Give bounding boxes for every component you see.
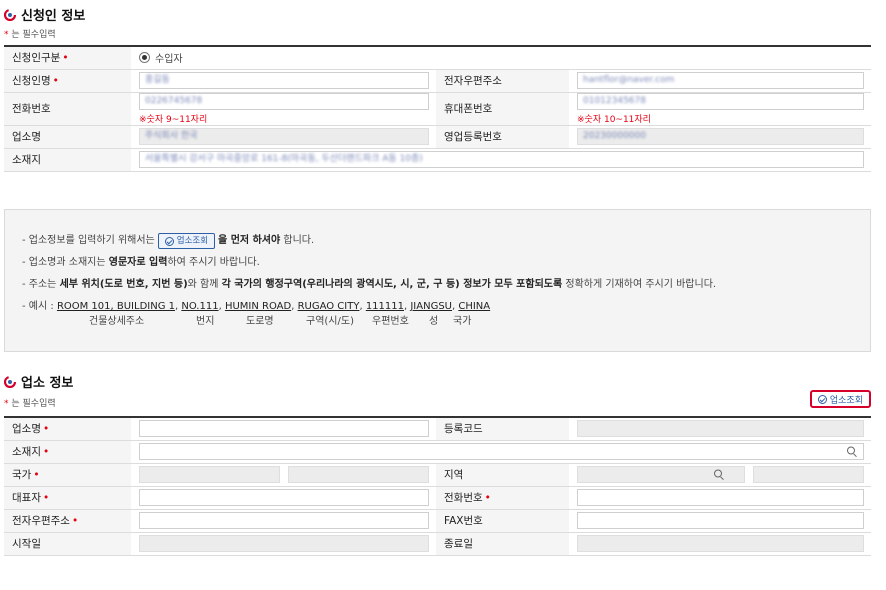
applicant-email-input[interactable]: hantflor@naver.com: [577, 72, 865, 89]
business-address-row: 소재지 •: [4, 440, 871, 464]
mobile-hint: ※숫자 10~11자리: [577, 114, 651, 125]
business-form: 업소명 • 등록코드 소재지 • 국가 • 지역 대표자 • 전화번호 • 전자…: [4, 416, 871, 556]
business-rep-row: 대표자 • 전화번호 •: [4, 486, 871, 510]
search-icon[interactable]: [714, 469, 725, 480]
example-sublabels: 건물상세주소 번지 도로명 구역(시/도) 우편번호 성 국가: [89, 316, 472, 327]
business-email-row: 전자우편주소 • FAX번호: [4, 509, 871, 533]
applicant-form: 신청인구분 • 수입자 신청인명 • 홍길동 전자우편주소 hantflor@nav…: [4, 45, 872, 172]
applicant-biz-row: 업소명 주식회사 한국 영업등록번호 20230000000: [4, 125, 872, 149]
country-name-field: [288, 466, 429, 483]
end-date-field: [577, 535, 864, 552]
fax-input[interactable]: [577, 512, 864, 529]
business-name-input[interactable]: [139, 420, 429, 438]
applicant-required-note: * 는 필수입력: [4, 30, 56, 40]
applicant-mobile-input[interactable]: 01012345678: [577, 92, 865, 110]
country-code-field: [139, 466, 280, 483]
business-section-title: 업소 정보: [4, 372, 73, 391]
applicant-address-input[interactable]: 서울특별시 강서구 마곡중앙로 161-8(마곡동, 두산더랜드파크 A동 10…: [139, 151, 865, 168]
importer-radio[interactable]: 수입자: [139, 50, 864, 65]
notice-line-1: - 업소정보를 입력하기 위해서는 업소조회 을 먼저 하셔야 합니다.: [22, 230, 870, 252]
section-logo-icon: [4, 8, 16, 21]
search-icon[interactable]: [847, 446, 858, 457]
applicant-phone-input[interactable]: 0226745678: [139, 92, 429, 110]
start-date-field: [139, 535, 429, 552]
applicant-biz-reg-field: 20230000000: [577, 128, 865, 145]
applicant-name-row: 신청인명 • 홍길동 전자우편주소 hantflor@naver.com: [4, 69, 872, 93]
radio-checked-icon: [139, 52, 150, 64]
registration-code-field: [577, 420, 864, 438]
representative-input[interactable]: [139, 489, 429, 506]
check-circle-icon: [164, 236, 174, 246]
notice-box: - 업소정보를 입력하기 위해서는 업소조회 을 먼저 하셔야 합니다. - 업…: [4, 209, 871, 352]
check-circle-icon: [817, 394, 827, 404]
applicant-section-title: 신청인 정보: [4, 5, 85, 24]
business-required-note: * 는 필수입력: [4, 399, 56, 409]
applicant-biz-name-field: 주식회사 한국: [139, 128, 429, 145]
business-name-row: 업소명 • 등록코드: [4, 416, 871, 441]
notice-line-3: - 주소는 세부 위치(도로 번호, 지번 등) 와 함께 각 국가의 행정구역(…: [22, 279, 717, 290]
business-date-row: 시작일 종료일: [4, 532, 871, 556]
applicant-phone-row: 전화번호 0226745678 ※숫자 9~11자리 휴대폰번호 0101234…: [4, 92, 872, 126]
business-email-input[interactable]: [139, 512, 429, 529]
region-name-field: [753, 466, 864, 483]
phone-hint: ※숫자 9~11자리: [139, 114, 208, 125]
applicant-name-input[interactable]: 홍길동: [139, 72, 429, 89]
inline-lookup-badge: 업소조회: [157, 233, 216, 249]
business-lookup-button[interactable]: 업소조회: [809, 390, 871, 408]
applicant-type-row: 신청인구분 • 수입자: [4, 45, 872, 70]
applicant-address-row: 소재지 서울특별시 강서구 마곡중앙로 161-8(마곡동, 두산더랜드파크 A…: [4, 148, 872, 172]
business-country-row: 국가 • 지역: [4, 463, 871, 487]
business-address-input[interactable]: [139, 443, 864, 460]
business-phone-input[interactable]: [577, 489, 864, 506]
section-logo-icon: [4, 375, 16, 388]
notice-line-2: - 업소명과 소재지는 영문자로 입력 하여 주시기 바랍니다.: [22, 257, 260, 268]
